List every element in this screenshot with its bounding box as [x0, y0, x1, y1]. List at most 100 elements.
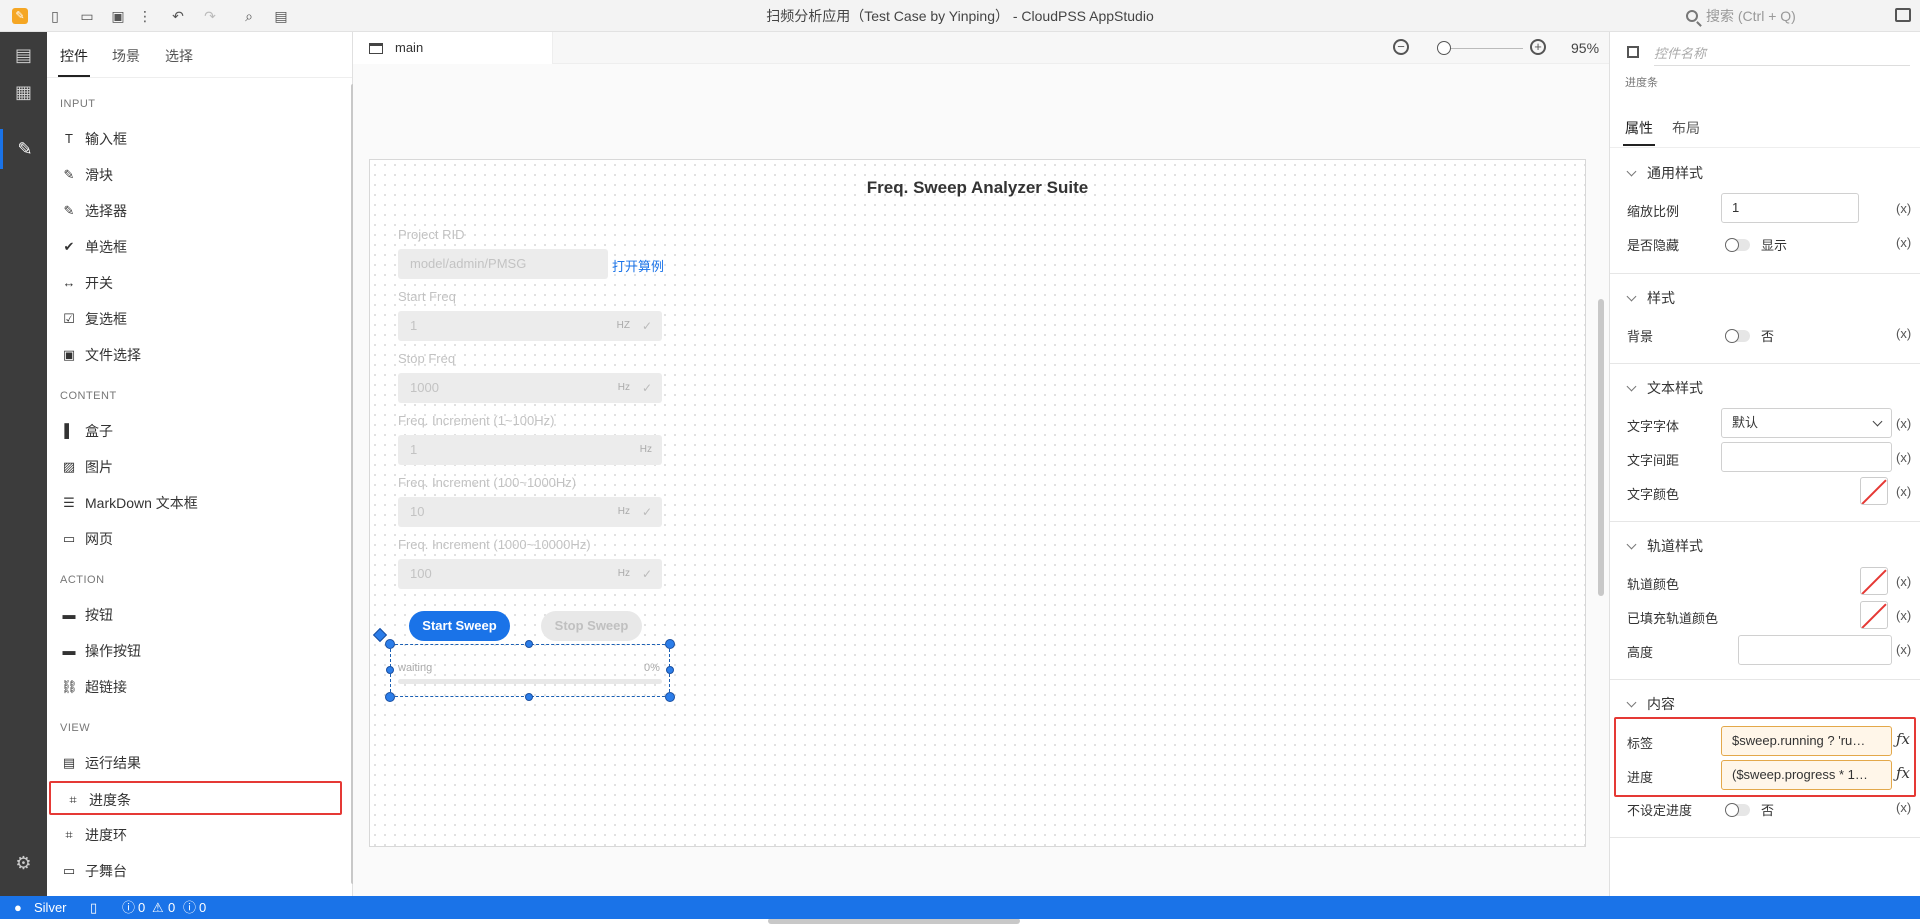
height-expr-toggle[interactable]: (x) — [1896, 642, 1911, 657]
freq-increment-3-input[interactable]: 100 Hz ✓ — [398, 559, 662, 589]
widget-item-radio[interactable]: ✔ 单选框 — [47, 230, 337, 264]
warning-count[interactable]: 0 — [168, 896, 175, 919]
widget-item-file-select[interactable]: ▣ 文件选择 — [47, 338, 337, 372]
resize-handle-s[interactable] — [525, 693, 533, 701]
redo-icon[interactable]: ↷ — [202, 8, 218, 24]
widget-item-action-button[interactable]: ▬ 操作按钮 — [47, 634, 337, 668]
group-content[interactable]: 内容 — [1626, 694, 1675, 714]
design-stage[interactable]: Freq. Sweep Analyzer Suite Project RID m… — [369, 159, 1586, 847]
stop-freq-input[interactable]: 1000 Hz ✓ — [398, 373, 662, 403]
widget-item-input[interactable]: T 输入框 — [47, 122, 337, 156]
track-color-expr-toggle[interactable]: (x) — [1896, 574, 1911, 589]
background-expr-toggle[interactable]: (x) — [1896, 326, 1911, 341]
widget-item-button[interactable]: ▬ 按钮 — [47, 598, 337, 632]
zoom-in-icon[interactable]: + — [1530, 39, 1546, 55]
widget-item-run-result[interactable]: ▤ 运行结果 — [47, 746, 337, 780]
letter-spacing-input[interactable] — [1721, 442, 1892, 472]
window-layout-icon[interactable] — [1895, 8, 1911, 22]
canvas[interactable]: Freq. Sweep Analyzer Suite Project RID m… — [353, 64, 1609, 924]
resize-handle-e[interactable] — [666, 666, 674, 674]
stop-sweep-button[interactable]: Stop Sweep — [541, 611, 642, 641]
canvas-vertical-scrollbar[interactable] — [1598, 299, 1604, 596]
hidden-toggle[interactable] — [1725, 238, 1750, 252]
assets-icon[interactable]: ▦ — [0, 72, 47, 112]
widget-item-image[interactable]: ▨ 图片 — [47, 450, 337, 484]
group-track-style[interactable]: 轨道样式 — [1626, 536, 1703, 556]
widget-item-select[interactable]: ✎ 选择器 — [47, 194, 337, 228]
tab-properties[interactable]: 属性 — [1623, 118, 1655, 146]
undo-icon[interactable]: ↶ — [170, 8, 186, 24]
tab-layout[interactable]: 布局 — [1672, 118, 1700, 138]
chevron-down-icon — [1626, 381, 1637, 392]
info-count[interactable]: 0 — [199, 896, 206, 919]
scale-expr-toggle[interactable]: (x) — [1896, 201, 1911, 216]
new-file-icon[interactable]: ▯ — [47, 8, 63, 24]
track-color-picker[interactable] — [1860, 567, 1888, 595]
widget-item-markdown[interactable]: ☰ MarkDown 文本框 — [47, 486, 337, 520]
widget-name-input[interactable]: 控件名称 — [1654, 44, 1910, 66]
text-color-expr-toggle[interactable]: (x) — [1896, 484, 1911, 499]
filled-track-color-expr-toggle[interactable]: (x) — [1896, 608, 1911, 623]
anchor-handle[interactable] — [372, 627, 388, 643]
more-icon[interactable]: ⋮ — [137, 8, 153, 24]
widget-item-hyperlink[interactable]: ⛓ 超链接 — [47, 670, 337, 704]
tab-widgets[interactable]: 控件 — [58, 46, 90, 77]
tab-scenes[interactable]: 场景 — [112, 46, 140, 66]
height-input[interactable] — [1738, 635, 1892, 665]
zoom-slider-track[interactable] — [1439, 48, 1523, 49]
widget-item-checkbox[interactable]: ☑ 复选框 — [47, 302, 337, 336]
tag-function-icon[interactable]: ƒx — [1896, 730, 1910, 748]
letter-spacing-expr-toggle[interactable]: (x) — [1896, 450, 1911, 465]
progress-function-icon[interactable]: ƒx — [1896, 764, 1910, 782]
preview-icon[interactable]: ⌕ — [241, 8, 257, 24]
save-icon[interactable]: ▣ — [110, 8, 126, 24]
start-freq-input[interactable]: 1 HZ ✓ — [398, 311, 662, 341]
background-toggle[interactable] — [1725, 329, 1750, 343]
widget-item-switch[interactable]: ↔ 开关 — [47, 266, 337, 300]
group-text-style[interactable]: 文本样式 — [1626, 378, 1703, 398]
tab-main[interactable]: main — [353, 32, 553, 64]
hidden-expr-toggle[interactable]: (x) — [1896, 235, 1911, 250]
zoom-slider-knob[interactable] — [1437, 41, 1451, 55]
tag-expression-input[interactable]: $sweep.running ? 'ru… — [1721, 726, 1892, 756]
freq-increment-1-input[interactable]: 1 Hz — [398, 435, 662, 465]
widget-item-slider[interactable]: ✎ 滑块 — [47, 158, 337, 192]
widget-item-webpage[interactable]: ▭ 网页 — [47, 522, 337, 556]
resize-handle-ne[interactable] — [665, 639, 675, 649]
widget-item-box[interactable]: ▌ 盒子 — [47, 414, 337, 448]
widget-item-progress-bar[interactable]: ⌗ 进度条 — [49, 781, 342, 815]
pages-icon[interactable]: ▤ — [0, 35, 47, 75]
resize-handle-nw[interactable] — [385, 639, 395, 649]
group-style[interactable]: 样式 — [1626, 288, 1675, 308]
open-case-link[interactable]: 打开算例 — [612, 256, 664, 275]
tab-select[interactable]: 选择 — [165, 46, 193, 66]
group-general-style[interactable]: 通用样式 — [1626, 163, 1703, 183]
font-select[interactable]: 默认 — [1721, 408, 1892, 438]
selection-box[interactable] — [390, 644, 670, 697]
project-rid-input[interactable]: model/admin/PMSG — [398, 249, 608, 279]
resize-handle-sw[interactable] — [385, 692, 395, 702]
error-count[interactable]: 0 — [138, 896, 145, 919]
tools-icon[interactable]: ✎ — [0, 129, 47, 169]
device-icon[interactable]: ▯ — [90, 896, 97, 919]
resize-handle-se[interactable] — [665, 692, 675, 702]
scale-input[interactable]: 1 — [1721, 193, 1859, 223]
zoom-out-icon[interactable]: − — [1393, 39, 1409, 55]
start-sweep-button[interactable]: Start Sweep — [409, 611, 510, 641]
publish-icon[interactable]: ▤ — [273, 8, 289, 24]
widget-item-progress-ring[interactable]: ⌗ 进度环 — [47, 818, 337, 852]
progress-expression-input[interactable]: ($sweep.progress * 1… — [1721, 760, 1892, 790]
font-expr-toggle[interactable]: (x) — [1896, 416, 1911, 431]
freq-increment-2-input[interactable]: 10 Hz ✓ — [398, 497, 662, 527]
filled-track-color-picker[interactable] — [1860, 601, 1888, 629]
resize-handle-w[interactable] — [386, 666, 394, 674]
settings-icon[interactable]: ⚙ — [0, 843, 47, 883]
indeterminate-expr-toggle[interactable]: (x) — [1896, 800, 1911, 815]
text-color-picker[interactable] — [1860, 477, 1888, 505]
user-name[interactable]: Silver — [34, 896, 67, 919]
widget-item-sub-stage[interactable]: ▭ 子舞台 — [47, 854, 337, 888]
open-folder-icon[interactable]: ▭ — [79, 8, 95, 24]
resize-handle-n[interactable] — [525, 640, 533, 648]
command-search[interactable]: 搜索 (Ctrl + Q) — [1686, 6, 1896, 26]
indeterminate-toggle[interactable] — [1725, 803, 1750, 817]
